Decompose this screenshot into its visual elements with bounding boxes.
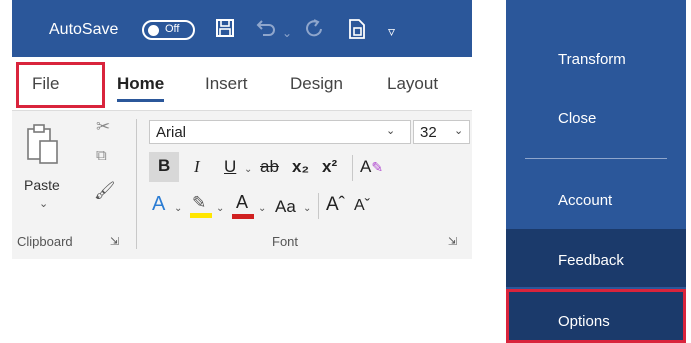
menu-divider: [525, 158, 667, 159]
menu-item-feedback[interactable]: Feedback: [506, 252, 686, 269]
superscript-button[interactable]: x²: [322, 156, 337, 178]
bold-label: B: [158, 156, 171, 175]
font-color-icon[interactable]: A: [232, 192, 254, 219]
file-backstage-menu: Transform Close Account Feedback Options: [506, 0, 686, 343]
font-size-value: 32: [420, 124, 437, 141]
paste-button[interactable]: Paste: [24, 177, 60, 193]
copy-icon[interactable]: ⧉: [96, 147, 107, 164]
toggle-knob: [148, 25, 159, 36]
menu-item-transform[interactable]: Transform: [506, 51, 686, 68]
font-family-select[interactable]: Arial ⌄: [149, 120, 411, 144]
menu-item-options[interactable]: Options: [506, 313, 686, 330]
ribbon-home-body: Paste ⌄ ✂ ⧉ 🖌 Clipboard ⇲ Arial ⌄ 32 ⌄ B…: [12, 110, 472, 259]
group-separator: [136, 119, 137, 249]
separator: [318, 193, 319, 219]
customize-qat-icon[interactable]: ▿: [388, 20, 395, 42]
separator: [352, 155, 353, 181]
highlight-dropdown-icon[interactable]: ⌄: [216, 203, 224, 214]
undo-dropdown-icon[interactable]: ⌄: [282, 22, 292, 44]
font-size-select[interactable]: 32 ⌄: [413, 120, 470, 144]
change-case-button[interactable]: Aa: [275, 196, 296, 218]
underline-dropdown-icon[interactable]: ⌄: [244, 164, 252, 175]
tab-insert[interactable]: Insert: [205, 74, 248, 94]
tab-home[interactable]: Home: [117, 74, 165, 102]
touch-mode-icon[interactable]: [347, 18, 367, 45]
word-ribbon: AutoSave Off ⌄ ▿ File Home Insert Design…: [12, 0, 472, 260]
highlight-color-icon[interactable]: ✎: [190, 193, 212, 219]
autosave-label: AutoSave: [49, 21, 119, 38]
chevron-down-icon: ⌄: [454, 125, 464, 137]
clipboard-dialog-launcher-icon[interactable]: ⇲: [110, 235, 119, 248]
font-dialog-launcher-icon[interactable]: ⇲: [448, 235, 457, 248]
chevron-down-icon: ⌄: [386, 125, 396, 137]
tab-layout[interactable]: Layout: [387, 74, 438, 94]
autosave-toggle[interactable]: Off: [142, 20, 195, 40]
italic-button[interactable]: I: [194, 156, 200, 178]
format-painter-icon[interactable]: 🖌: [94, 181, 116, 201]
save-icon[interactable]: [215, 18, 235, 43]
clear-formatting-icon[interactable]: A✎: [360, 156, 383, 178]
menu-item-close[interactable]: Close: [506, 110, 686, 127]
font-family-value: Arial: [156, 124, 187, 141]
paste-dropdown-icon[interactable]: ⌄: [39, 197, 48, 210]
menu-item-account[interactable]: Account: [506, 192, 686, 209]
font-group-label: Font: [272, 234, 299, 249]
underline-button[interactable]: U: [224, 156, 236, 178]
text-effects-dropdown-icon[interactable]: ⌄: [174, 203, 182, 214]
cut-icon[interactable]: ✂: [96, 117, 110, 137]
file-tab-highlight: [16, 62, 105, 108]
autosave-toggle-state: Off: [165, 23, 180, 35]
title-bar: AutoSave Off ⌄ ▿: [12, 0, 472, 57]
text-effects-icon[interactable]: A: [152, 193, 165, 215]
subscript-button[interactable]: x₂: [292, 156, 309, 178]
redo-icon[interactable]: [304, 18, 326, 45]
grow-font-button[interactable]: Aˆ: [326, 194, 345, 216]
shrink-font-button[interactable]: Aˇ: [354, 195, 370, 217]
font-color-dropdown-icon[interactable]: ⌄: [258, 203, 266, 214]
change-case-dropdown-icon[interactable]: ⌄: [303, 203, 311, 214]
paste-icon[interactable]: [26, 123, 58, 164]
tab-design[interactable]: Design: [290, 74, 343, 94]
bold-button[interactable]: B: [149, 152, 179, 182]
undo-icon[interactable]: [255, 18, 277, 43]
strikethrough-button[interactable]: ab: [260, 156, 279, 178]
clipboard-group-label: Clipboard: [17, 234, 73, 249]
